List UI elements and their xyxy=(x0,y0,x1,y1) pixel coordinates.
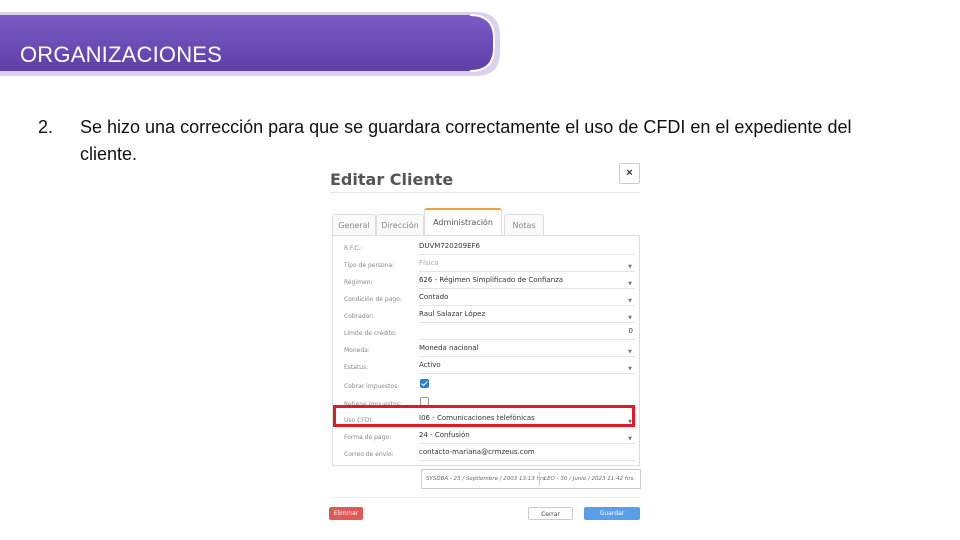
field-value: Raul Salazar López xyxy=(419,310,486,318)
field-row-cobrador: Cobrador: Raul Salazar López ▼ xyxy=(333,308,639,325)
field-row-tipo-persona: Tipo de persona: Física ▼ xyxy=(333,257,639,274)
close-icon[interactable]: × xyxy=(619,163,640,184)
field-row-rfc: R.F.C.: DUVM720209EF6 xyxy=(333,240,639,257)
edit-client-modal: Editar Cliente × General Dirección Admin… xyxy=(320,160,650,535)
point-number: 2. xyxy=(38,117,54,137)
cobrador-select[interactable]: Raul Salazar López ▼ xyxy=(419,308,635,323)
chevron-down-icon: ▼ xyxy=(628,264,632,270)
field-row-forma-pago: Forma de pago: 24 - Confusión ▼ xyxy=(333,429,639,446)
divider xyxy=(539,472,540,486)
field-value: DUVM720209EF6 xyxy=(419,242,480,250)
field-label: Forma de pago: xyxy=(344,434,392,441)
estatus-select[interactable]: Activo ▼ xyxy=(419,359,635,374)
save-button[interactable]: Guardar xyxy=(584,507,640,520)
field-label: Moneda: xyxy=(344,347,370,354)
tab-administracion[interactable]: Administración xyxy=(424,208,502,236)
divider xyxy=(330,192,640,193)
field-label: Tipo de persona: xyxy=(344,262,395,269)
field-row-limite-credito: Límite de crédito: 0 xyxy=(333,325,639,342)
uso-cfdi-highlight xyxy=(333,405,635,427)
field-label: Cobrar impuestos: xyxy=(344,383,400,390)
tab-direccion[interactable]: Dirección xyxy=(376,214,424,236)
slide-title: ORGANIZACIONES xyxy=(20,42,223,67)
chevron-down-icon: ▼ xyxy=(628,436,632,442)
tab-notas[interactable]: Notas xyxy=(504,214,544,236)
field-value: Activo xyxy=(419,361,441,369)
field-row-moneda: Moneda: Moneda nacional ▼ xyxy=(333,342,639,359)
moneda-select[interactable]: Moneda nacional ▼ xyxy=(419,342,635,357)
field-label: Límite de crédito: xyxy=(344,330,397,337)
cobrar-impuestos-checkbox[interactable] xyxy=(420,379,429,388)
regimen-select[interactable]: 626 - Régimen Simplificado de Confianza ▼ xyxy=(419,274,635,289)
chevron-down-icon: ▼ xyxy=(628,349,632,355)
limite-credito-input[interactable]: 0 xyxy=(419,325,635,340)
close-button[interactable]: Cerrar xyxy=(528,507,573,520)
administration-form: R.F.C.: DUVM720209EF6 Tipo de persona: F… xyxy=(332,236,640,466)
audit-created: SYSDBA - 23 / Septiembre / 2003 13:13 hr… xyxy=(426,476,547,482)
slide-title-banner: ORGANIZACIONES xyxy=(0,12,502,76)
field-label: Cobrador: xyxy=(344,313,374,320)
modal-title: Editar Cliente xyxy=(330,170,454,189)
field-value: Física xyxy=(419,259,439,267)
rfc-input[interactable]: DUVM720209EF6 xyxy=(419,240,635,255)
chevron-down-icon: ▼ xyxy=(628,315,632,321)
field-value: 24 - Confusión xyxy=(419,431,470,439)
tab-general[interactable]: General xyxy=(332,214,376,236)
field-value: 0 xyxy=(628,327,633,335)
field-row-correo-envio: Correo de envío: contacto-mariana@crmzeu… xyxy=(333,446,639,463)
field-row-estatus: Estatus: Activo ▼ xyxy=(333,359,639,376)
divider xyxy=(330,497,640,498)
tab-bar: General Dirección Administración Notas xyxy=(332,208,640,236)
field-label: R.F.C.: xyxy=(344,245,363,252)
field-row-regimen: Régimen: 626 - Régimen Simplificado de C… xyxy=(333,274,639,291)
tipo-persona-select[interactable]: Física ▼ xyxy=(419,257,635,272)
field-label: Condición de pago: xyxy=(344,296,402,303)
forma-pago-select[interactable]: 24 - Confusión ▼ xyxy=(419,429,635,444)
field-value: Contado xyxy=(419,293,449,301)
field-row-condicion-pago: Condición de pago: Contado ▼ xyxy=(333,291,639,308)
condicion-pago-select[interactable]: Contado ▼ xyxy=(419,291,635,306)
field-label: Régimen: xyxy=(344,279,373,286)
chevron-down-icon: ▼ xyxy=(628,281,632,287)
chevron-down-icon: ▼ xyxy=(628,366,632,372)
audit-info: SYSDBA - 23 / Septiembre / 2003 13:13 hr… xyxy=(421,469,641,489)
correo-envio-input[interactable]: contacto-mariana@crmzeus.com xyxy=(419,446,635,461)
chevron-down-icon: ▼ xyxy=(628,298,632,304)
field-row-cobrar-impuestos: Cobrar impuestos: xyxy=(333,378,639,395)
field-value: 626 - Régimen Simplificado de Confianza xyxy=(419,276,564,284)
field-value: Moneda nacional xyxy=(419,344,479,352)
field-label: Correo de envío: xyxy=(344,451,394,458)
delete-button[interactable]: Eliminar xyxy=(329,507,363,520)
field-label: Estatus: xyxy=(344,364,369,371)
field-value: contacto-mariana@crmzeus.com xyxy=(419,448,535,456)
audit-modified: LEO - 30 / Junio / 2023 11:42 hrs. xyxy=(544,476,636,482)
